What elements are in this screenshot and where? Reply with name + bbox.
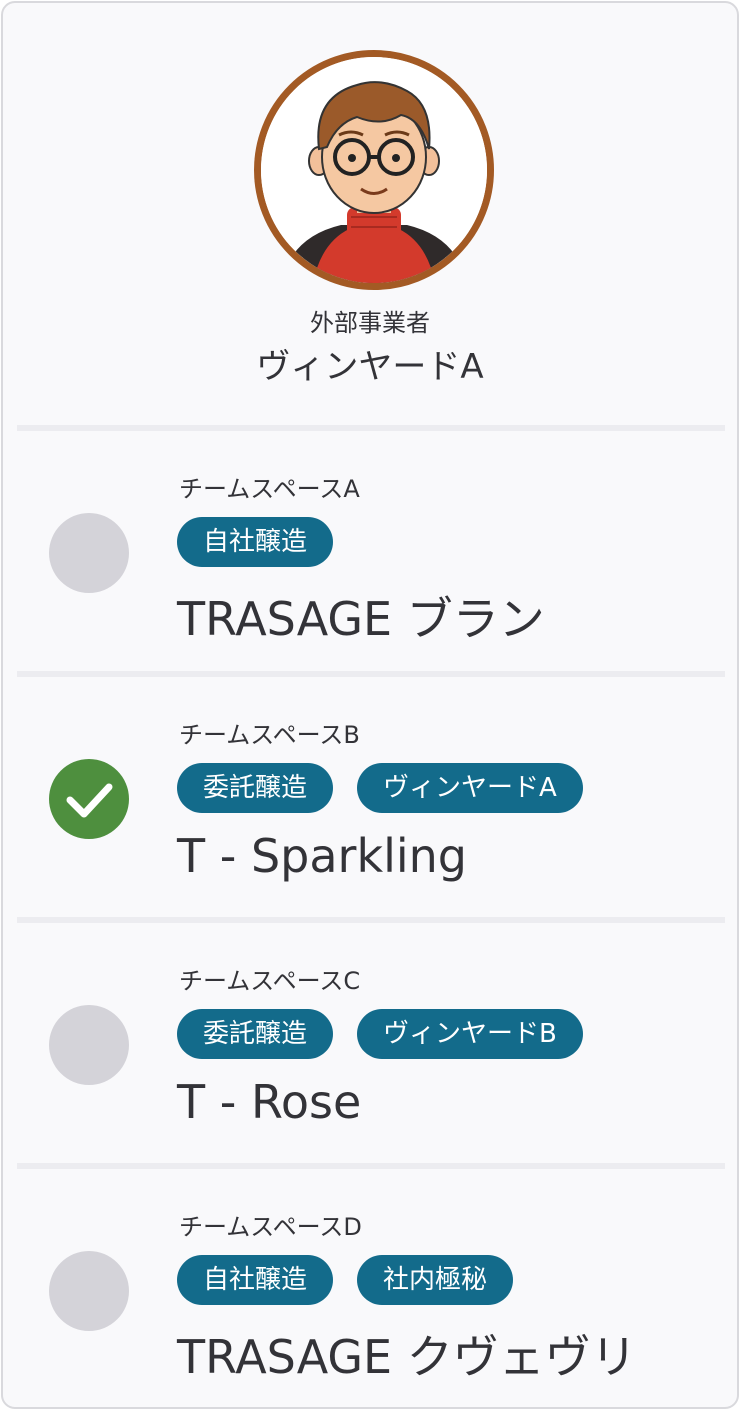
tag-badge: 社内極秘 [357,1255,514,1305]
selection-card: 外部事業者 ヴィンヤードA チームスペースA 自社醸造 TRASAGE ブラン … [1,1,739,1409]
workspace-label: チームスペースC [179,967,361,995]
tag-badge: 委託醸造 [177,763,334,813]
tag-badge: 委託醸造 [177,1009,334,1059]
tag-list: 委託醸造 ヴィンヤードB [177,1009,583,1059]
radio-unchecked[interactable] [49,1005,129,1085]
radio-checked[interactable] [49,759,129,839]
tag-badge: ヴィンヤードB [357,1009,583,1059]
person-avatar-icon [261,57,487,283]
list-item-workspace-b[interactable]: チームスペースB 委託醸造 ヴィンヤードA T - Sparkling [3,677,737,917]
workspace-label: チームスペースB [179,721,360,749]
tag-list: 委託醸造 ヴィンヤードA [177,763,583,813]
product-name: T - Sparkling [177,829,467,883]
workspace-label: チームスペースA [179,475,360,503]
radio-unchecked[interactable] [49,1251,129,1331]
list-item-workspace-a[interactable]: チームスペースA 自社醸造 TRASAGE ブラン [3,431,737,671]
product-name: TRASAGE ブラン [177,592,545,646]
radio-unchecked[interactable] [49,513,129,593]
tag-list: 自社醸造 [177,517,334,567]
profile-name: ヴィンヤードA [256,347,484,387]
list-item-workspace-d[interactable]: チームスペースD 自社醸造 社内極秘 TRASAGE クヴェヴリ [3,1169,737,1407]
product-name: T - Rose [177,1075,362,1129]
tag-badge: 自社醸造 [177,517,334,567]
profile-role: 外部事業者 [310,309,430,337]
profile-header: 外部事業者 ヴィンヤードA [3,3,737,425]
avatar [254,50,494,290]
tag-list: 自社醸造 社内極秘 [177,1255,514,1305]
workspace-label: チームスペースD [179,1213,362,1241]
check-icon [66,783,113,818]
list-item-workspace-c[interactable]: チームスペースC 委託醸造 ヴィンヤードB T - Rose [3,923,737,1163]
product-name: TRASAGE クヴェヴリ [177,1330,637,1384]
tag-badge: ヴィンヤードA [357,763,583,813]
tag-badge: 自社醸造 [177,1255,334,1305]
